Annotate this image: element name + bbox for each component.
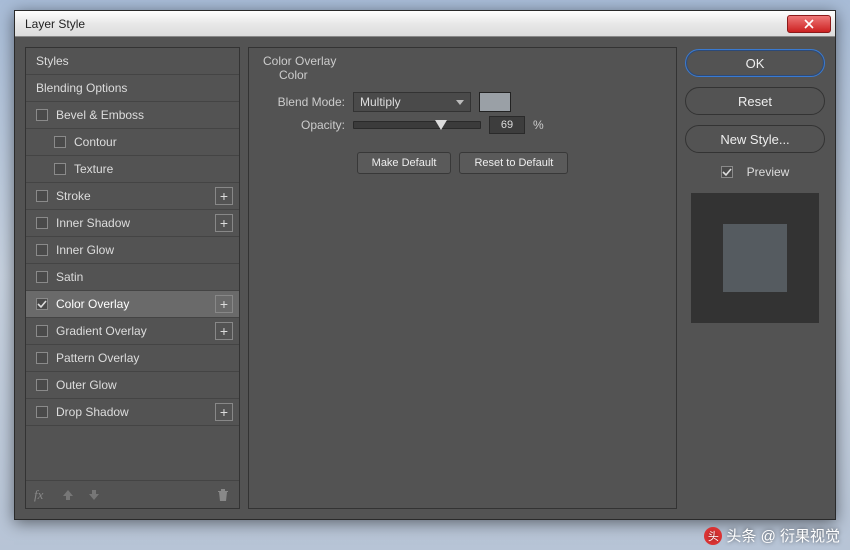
preview-swatch bbox=[723, 224, 787, 292]
style-item-texture[interactable]: Texture bbox=[26, 156, 239, 183]
style-checkbox[interactable] bbox=[36, 244, 48, 256]
style-item-stroke[interactable]: Stroke + bbox=[26, 183, 239, 210]
style-item-label: Texture bbox=[74, 162, 113, 176]
add-instance-button[interactable]: + bbox=[215, 295, 233, 313]
style-item-label: Pattern Overlay bbox=[56, 351, 139, 365]
preview-toggle[interactable]: Preview bbox=[685, 165, 825, 179]
arrow-down-icon[interactable] bbox=[86, 487, 102, 503]
action-panel: OK Reset New Style... Preview bbox=[685, 47, 825, 509]
style-checkbox[interactable] bbox=[36, 298, 48, 310]
new-style-button[interactable]: New Style... bbox=[685, 125, 825, 153]
style-item-pattern-overlay[interactable]: Pattern Overlay bbox=[26, 345, 239, 372]
preview-thumbnail bbox=[691, 193, 819, 323]
style-item-color-overlay[interactable]: Color Overlay + bbox=[26, 291, 239, 318]
style-item-outer-glow[interactable]: Outer Glow bbox=[26, 372, 239, 399]
color-overlay-group: Color Overlay Color Blend Mode: Multiply… bbox=[259, 52, 666, 174]
opacity-input[interactable] bbox=[489, 116, 525, 134]
style-checkbox[interactable] bbox=[36, 406, 48, 418]
preview-label: Preview bbox=[747, 165, 790, 179]
style-checkbox[interactable] bbox=[36, 325, 48, 337]
add-instance-button[interactable]: + bbox=[215, 187, 233, 205]
check-icon bbox=[722, 167, 732, 177]
style-checkbox[interactable] bbox=[36, 379, 48, 391]
settings-panel: Color Overlay Color Blend Mode: Multiply… bbox=[248, 47, 677, 509]
group-title: Color Overlay bbox=[259, 52, 666, 68]
group-subtitle: Color bbox=[259, 68, 666, 88]
style-item-label: Gradient Overlay bbox=[56, 324, 147, 338]
close-icon bbox=[804, 19, 814, 29]
blend-mode-select[interactable]: Multiply bbox=[353, 92, 471, 112]
style-item-bevel-emboss[interactable]: Bevel & Emboss bbox=[26, 102, 239, 129]
reset-default-button[interactable]: Reset to Default bbox=[459, 152, 568, 174]
add-instance-button[interactable]: + bbox=[215, 403, 233, 421]
style-item-drop-shadow[interactable]: Drop Shadow + bbox=[26, 399, 239, 426]
style-item-inner-shadow[interactable]: Inner Shadow + bbox=[26, 210, 239, 237]
watermark-badge-icon: 头 bbox=[704, 527, 722, 545]
layer-style-window: Layer Style Styles Blending Options Beve… bbox=[14, 10, 836, 520]
slider-thumb-icon[interactable] bbox=[435, 120, 447, 130]
color-swatch[interactable] bbox=[479, 92, 511, 112]
blending-options-header[interactable]: Blending Options bbox=[26, 75, 239, 102]
make-default-button[interactable]: Make Default bbox=[357, 152, 452, 174]
close-button[interactable] bbox=[787, 15, 831, 33]
style-checkbox[interactable] bbox=[36, 271, 48, 283]
style-checkbox[interactable] bbox=[36, 109, 48, 121]
opacity-row: Opacity: % bbox=[259, 116, 666, 134]
style-checkbox[interactable] bbox=[36, 352, 48, 364]
style-item-label: Inner Shadow bbox=[56, 216, 130, 230]
percent-label: % bbox=[533, 118, 544, 132]
style-checkbox[interactable] bbox=[36, 217, 48, 229]
window-title: Layer Style bbox=[25, 17, 787, 31]
style-item-label: Contour bbox=[74, 135, 117, 149]
style-item-label: Outer Glow bbox=[56, 378, 117, 392]
style-list: Styles Blending Options Bevel & Emboss Co… bbox=[26, 48, 239, 480]
dialog-body: Styles Blending Options Bevel & Emboss Co… bbox=[15, 37, 835, 519]
opacity-label: Opacity: bbox=[259, 118, 345, 132]
style-item-label: Color Overlay bbox=[56, 297, 129, 311]
blend-mode-label: Blend Mode: bbox=[259, 95, 345, 109]
style-item-label: Stroke bbox=[56, 189, 91, 203]
preview-checkbox[interactable] bbox=[721, 166, 733, 178]
reset-button[interactable]: Reset bbox=[685, 87, 825, 115]
ok-button[interactable]: OK bbox=[685, 49, 825, 77]
add-instance-button[interactable]: + bbox=[215, 322, 233, 340]
style-item-contour[interactable]: Contour bbox=[26, 129, 239, 156]
styles-header[interactable]: Styles bbox=[26, 48, 239, 75]
style-checkbox[interactable] bbox=[36, 190, 48, 202]
style-item-label: Bevel & Emboss bbox=[56, 108, 144, 122]
fx-icon[interactable]: fx bbox=[34, 487, 50, 503]
style-item-gradient-overlay[interactable]: Gradient Overlay + bbox=[26, 318, 239, 345]
style-item-label: Drop Shadow bbox=[56, 405, 129, 419]
styles-footer: fx bbox=[26, 480, 239, 508]
trash-icon[interactable] bbox=[215, 487, 231, 503]
style-item-label: Satin bbox=[56, 270, 83, 284]
arrow-up-icon[interactable] bbox=[60, 487, 76, 503]
style-item-inner-glow[interactable]: Inner Glow bbox=[26, 237, 239, 264]
style-item-satin[interactable]: Satin bbox=[26, 264, 239, 291]
add-instance-button[interactable]: + bbox=[215, 214, 233, 232]
style-item-label: Inner Glow bbox=[56, 243, 114, 257]
style-checkbox[interactable] bbox=[54, 163, 66, 175]
blend-mode-row: Blend Mode: Multiply bbox=[259, 92, 666, 112]
styles-panel: Styles Blending Options Bevel & Emboss Co… bbox=[25, 47, 240, 509]
titlebar: Layer Style bbox=[15, 11, 835, 37]
style-checkbox[interactable] bbox=[54, 136, 66, 148]
check-icon bbox=[37, 299, 47, 309]
opacity-slider[interactable] bbox=[353, 121, 481, 129]
watermark: 头 头条 @ 衍果视觉 bbox=[704, 525, 840, 546]
